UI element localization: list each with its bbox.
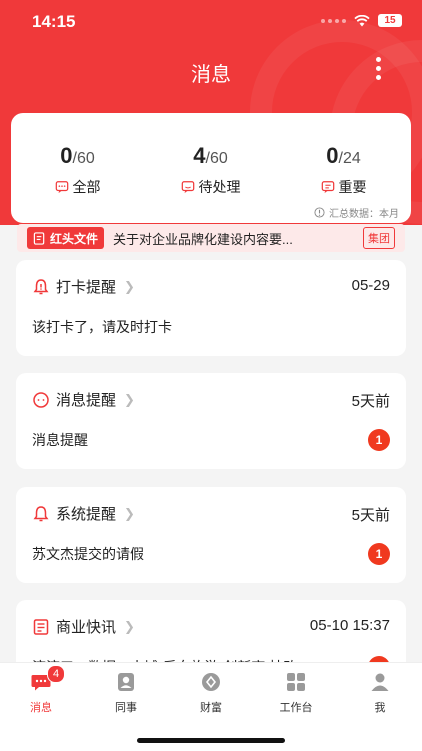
news-document-icon (33, 618, 49, 635)
workbench-grid-icon (287, 673, 305, 691)
tab-label: 工作台 (279, 702, 313, 714)
card-time: 5天前 (351, 393, 390, 410)
bell-icon (33, 505, 49, 521)
chevron-right-icon: ❯ (124, 278, 135, 294)
info-icon (314, 207, 325, 218)
unread-badge: 1 (368, 543, 390, 565)
status-time: 14:15 (32, 12, 76, 31)
pending-chat-icon (181, 181, 194, 194)
card-body: 消息提醒 (32, 432, 88, 448)
stat-value: 0 (326, 143, 339, 168)
stat-value: 0 (60, 143, 73, 168)
stat-label: 待处理 (198, 179, 241, 195)
stats-card: 0/60 全部 4/60 待处理 0/24 重要 汇总数据：本月 (11, 113, 411, 223)
summary-text: 汇总数据：本月 (329, 209, 399, 220)
wealth-icon (202, 673, 220, 691)
document-icon (33, 231, 45, 245)
stat-label: 重要 (338, 179, 367, 195)
status-bar: 14:15 15 (0, 0, 422, 44)
important-chat-icon (321, 181, 334, 194)
notice-tag: 红头文件 (27, 227, 105, 249)
stat-value: 4 (193, 143, 206, 168)
tab-label: 消息 (30, 702, 52, 714)
tab-colleagues[interactable]: 同事 (96, 671, 156, 715)
colleague-icon (118, 673, 134, 691)
chat-icon (55, 181, 68, 194)
tab-messages[interactable]: 4 消息 (11, 665, 71, 715)
card-time: 5天前 (351, 507, 390, 524)
card-message-reminder[interactable]: 消息提醒 ❯ 5天前 消息提醒 1 (16, 373, 406, 469)
notice-group-tag: 集团 (363, 227, 395, 249)
card-title: 消息提醒 (56, 392, 117, 409)
stat-total: /24 (338, 150, 361, 167)
stat-total: /60 (205, 150, 228, 167)
notice-tag-label: 红头文件 (50, 231, 99, 246)
card-system-reminder[interactable]: 系统提醒 ❯ 5天前 苏文杰提交的请假 1 (16, 487, 406, 583)
tab-workbench[interactable]: 工作台 (266, 671, 326, 715)
page-title: 消息 (191, 64, 231, 86)
notice-bar[interactable]: 红头文件 关于对企业品牌化建设内容要... 集团 (17, 224, 405, 252)
card-body: 苏文杰提交的请假 (32, 546, 144, 562)
card-title: 系统提醒 (56, 506, 117, 523)
tab-label: 我 (374, 702, 386, 714)
tab-me[interactable]: 我 (350, 671, 410, 715)
card-clock-reminder[interactable]: 打卡提醒 ❯ 05-29 该打卡了，请及时打卡 (16, 260, 406, 356)
stat-pending[interactable]: 4/60 待处理 (144, 143, 277, 197)
card-time: 05-10 15:37 (309, 617, 390, 634)
message-bubble-icon (33, 391, 49, 408)
signal-icon (321, 18, 346, 23)
stat-all[interactable]: 0/60 全部 (11, 143, 144, 197)
summary-note: 汇总数据：本月 (314, 205, 399, 220)
stat-important[interactable]: 0/24 重要 (277, 143, 410, 197)
tab-badge: 4 (47, 665, 65, 683)
tab-label: 财富 (200, 702, 222, 714)
notice-text: 关于对企业品牌化建设内容要... (113, 231, 293, 247)
tab-wealth[interactable]: 财富 (181, 671, 241, 715)
card-body: 该打卡了，请及时打卡 (32, 319, 172, 335)
alarm-bell-icon (33, 278, 49, 294)
home-indicator[interactable] (137, 738, 285, 743)
chevron-right-icon: ❯ (124, 618, 135, 634)
card-time: 05-29 (351, 277, 390, 294)
wifi-icon (354, 14, 370, 26)
tab-label: 同事 (115, 702, 137, 714)
stat-total: /60 (72, 150, 95, 167)
card-title: 商业快讯 (56, 619, 117, 636)
profile-icon (371, 673, 389, 691)
chevron-right-icon: ❯ (124, 505, 135, 521)
stat-label: 全部 (72, 179, 101, 195)
chevron-right-icon: ❯ (124, 391, 135, 407)
battery-icon: 15 (378, 14, 402, 27)
card-title: 打卡提醒 (56, 279, 117, 296)
unread-badge: 1 (368, 429, 390, 451)
more-menu-icon[interactable] (376, 57, 382, 80)
